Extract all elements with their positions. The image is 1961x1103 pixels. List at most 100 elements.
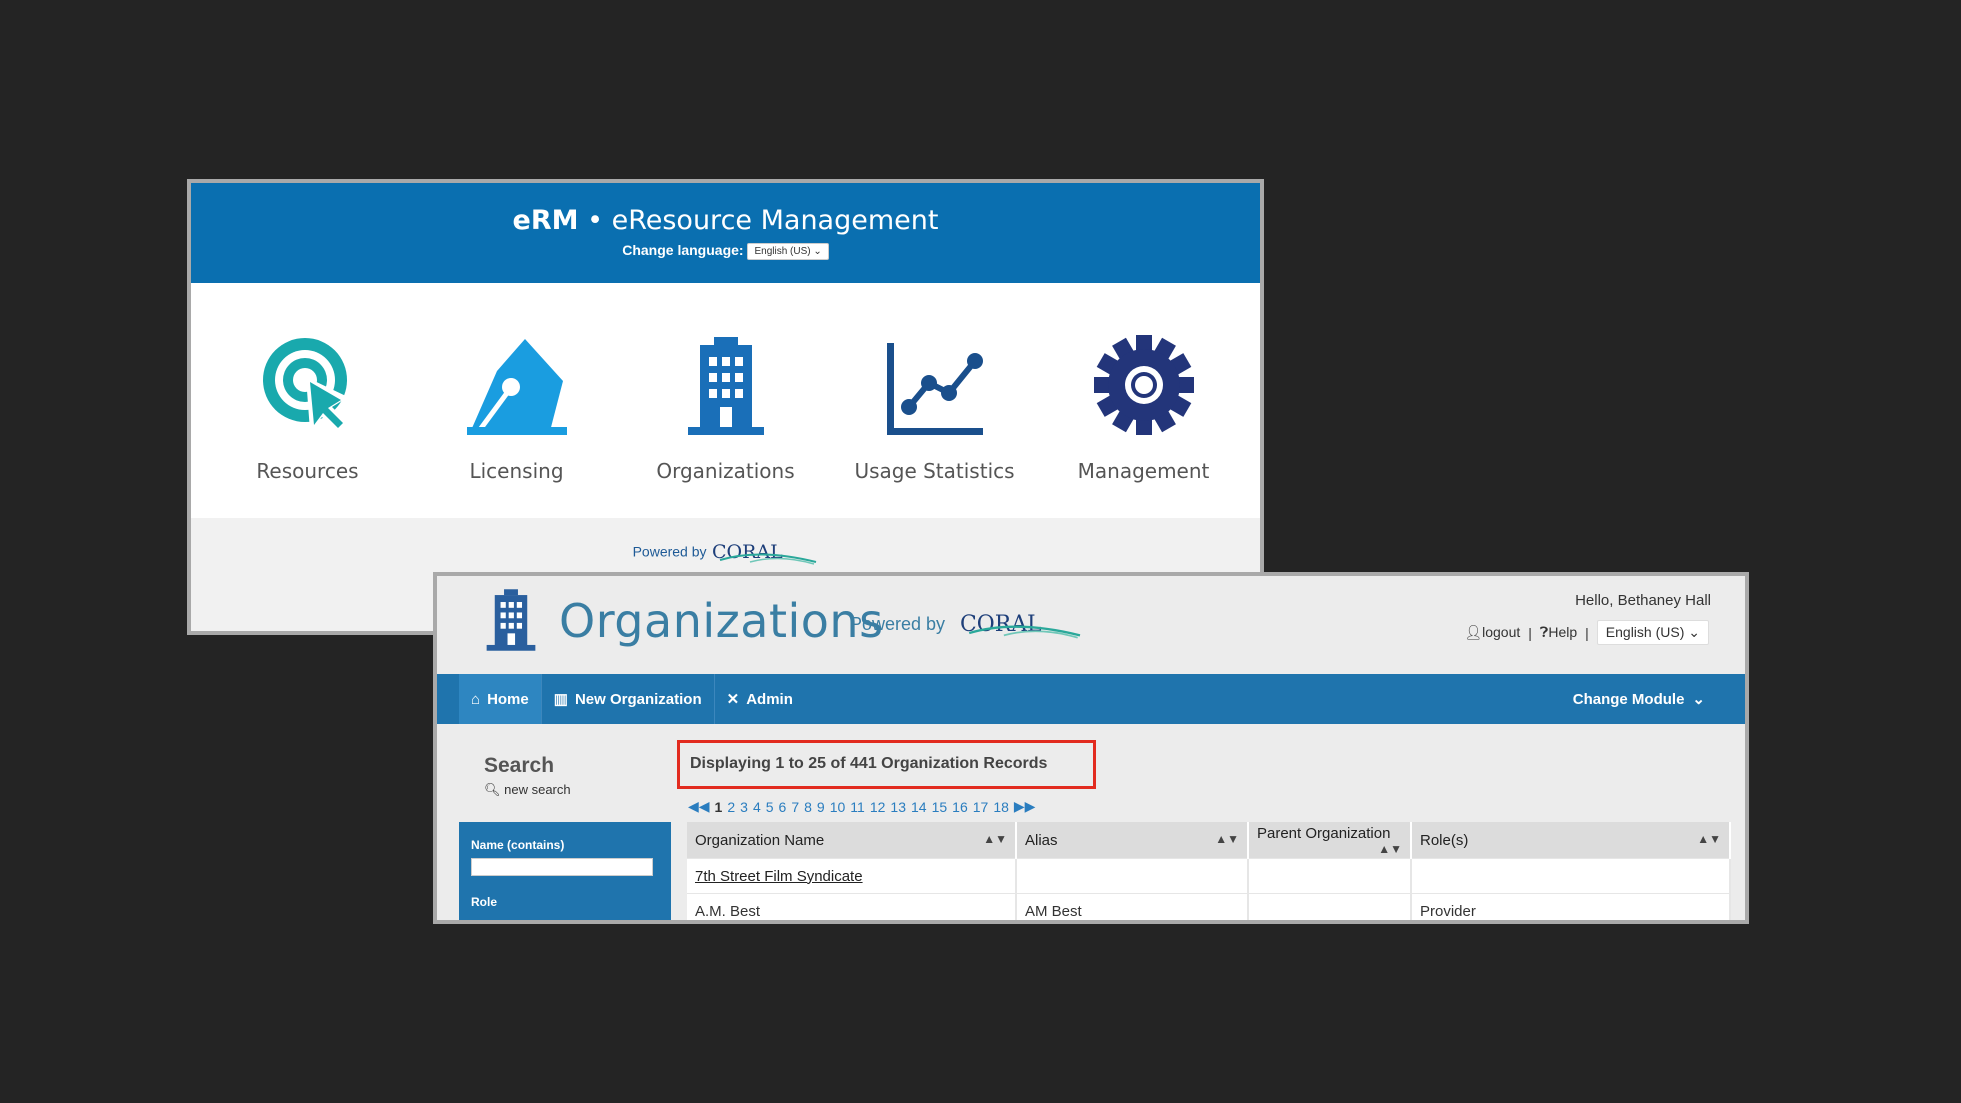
erm-title-rest: • eResource Management	[578, 205, 939, 236]
sort-icon[interactable]: ▲▼	[1215, 832, 1239, 846]
sort-icon[interactable]: ▲▼	[983, 832, 1007, 846]
page-link[interactable]: 18	[993, 799, 1009, 815]
page-link[interactable]: 5	[766, 799, 774, 815]
change-language-label: Change language:	[622, 242, 744, 258]
page-link[interactable]: 15	[932, 799, 948, 815]
nav-home-label: Home	[487, 690, 529, 708]
module-label-licensing: Licensing	[469, 459, 564, 483]
module-label-management: Management	[1077, 459, 1210, 483]
page-link[interactable]: 10	[830, 799, 846, 815]
org-content: Search 🔍︎ new search Name (contains) Rol…	[437, 724, 1745, 920]
cell-alias: AM Best	[1016, 893, 1249, 920]
table-header-row: Organization Name ▲▼ Alias ▲▼ Parent Organ…	[687, 822, 1731, 859]
search-icon: 🔍︎	[484, 782, 501, 797]
nav-admin-label: Admin	[746, 690, 793, 708]
user-greeting: Hello, Bethaney Hall	[1575, 592, 1711, 609]
erm-title: eRM • eResource Management	[191, 205, 1260, 236]
org-powered-by: Powered by CORAL	[850, 610, 1084, 640]
nav-home[interactable]: ⌂ Home	[459, 674, 542, 724]
cell-parent	[1248, 893, 1412, 920]
col-organization-name[interactable]: Organization Name ▲▼	[687, 822, 1017, 859]
cell-roles	[1411, 858, 1731, 894]
pen-nib-icon	[466, 339, 567, 435]
pagination: ◀◀ 1 2 3 4 5 6 7 8 9 10 11 12 13 14 15 1…	[688, 798, 1035, 815]
nav-new-organization-label: New Organization	[574, 690, 702, 708]
erm-powered-by: Powered by CORAL	[191, 518, 1260, 566]
language-select-value: English (US)	[1605, 624, 1685, 640]
page-link[interactable]: 2	[727, 799, 735, 815]
coral-logo: CORAL	[960, 612, 1081, 639]
language-select[interactable]: English (US) ⌄	[747, 242, 829, 260]
change-module-label: Change Module	[1572, 690, 1685, 708]
module-usage-statistics[interactable]: Usage Statistics	[835, 283, 1035, 483]
table-row: A.M. Best AM Best Provider	[687, 893, 1731, 920]
chevron-down-icon: ⌄	[813, 245, 822, 257]
module-licensing[interactable]: Licensing	[417, 283, 617, 483]
col-alias[interactable]: Alias ▲▼	[1016, 822, 1249, 859]
new-search-label: new search	[504, 782, 571, 797]
sort-icon[interactable]: ▲▼	[1697, 832, 1721, 846]
logout-link[interactable]: 👤︎logout	[1464, 624, 1520, 641]
last-page-icon[interactable]: ▶▶	[1014, 798, 1036, 815]
page-link[interactable]: 16	[952, 799, 968, 815]
module-label-resources: Resources	[256, 459, 359, 483]
chevron-down-icon: ⌄	[1688, 624, 1700, 640]
column-label: Alias	[1025, 831, 1058, 849]
name-filter-input[interactable]	[471, 858, 653, 876]
nav-admin[interactable]: ✕ Admin	[715, 674, 805, 724]
building-icon	[486, 589, 536, 651]
erm-landing-window: eRM • eResource Management Change langua…	[187, 179, 1264, 635]
erm-header: eRM • eResource Management Change langua…	[191, 183, 1260, 283]
module-organizations[interactable]: Organizations	[626, 283, 826, 483]
divider: |	[1585, 624, 1589, 641]
col-roles[interactable]: Role(s) ▲▼	[1411, 822, 1731, 859]
divider: |	[1528, 624, 1532, 641]
page-link[interactable]: 17	[973, 799, 989, 815]
page-link[interactable]: 9	[817, 799, 825, 815]
module-label-organizations: Organizations	[656, 459, 795, 483]
col-parent-organization[interactable]: Parent Organization ▲▼	[1248, 822, 1412, 859]
sort-icon[interactable]: ▲▼	[1378, 842, 1402, 856]
role-filter-label: Role	[471, 894, 498, 909]
module-resources[interactable]: Resources	[208, 283, 408, 483]
page-link[interactable]: 11	[850, 799, 865, 815]
new-search-link[interactable]: 🔍︎ new search	[484, 782, 571, 798]
change-module-menu[interactable]: Change Module ⌄	[1573, 674, 1705, 724]
utility-links: 👤︎logout | ❓︎Help | English (US) ⌄	[1464, 620, 1709, 645]
help-label: Help	[1548, 624, 1578, 640]
cell-parent	[1248, 858, 1412, 894]
page-link[interactable]: 8	[804, 799, 812, 815]
page-link[interactable]: 6	[779, 799, 787, 815]
language-select[interactable]: English (US) ⌄	[1596, 620, 1709, 645]
user-icon: 👤︎	[1464, 624, 1483, 640]
page-link[interactable]: 12	[870, 799, 886, 815]
module-grid: Resources Licensing Organizations Usage …	[191, 283, 1260, 518]
nav-new-organization[interactable]: ▥ New Organization	[542, 674, 715, 724]
module-management[interactable]: Management	[1044, 283, 1244, 483]
logout-label: logout	[1482, 624, 1521, 640]
first-page-icon[interactable]: ◀◀	[688, 798, 710, 815]
powered-by-text: Powered by	[632, 543, 707, 560]
organizations-window: Organizations Powered by CORAL Hello, Be…	[433, 572, 1749, 924]
change-language-row: Change language: English (US) ⌄	[191, 242, 1260, 260]
main-nav: ⌂ Home ▥ New Organization ✕ Admin Change…	[437, 674, 1745, 724]
home-icon: ⌂	[471, 690, 481, 708]
page-link[interactable]: 4	[753, 799, 761, 815]
page-link-current: 1	[714, 798, 723, 815]
page-link[interactable]: 14	[911, 799, 927, 815]
building-icon	[687, 337, 764, 435]
org-header: Organizations Powered by CORAL Hello, Be…	[437, 576, 1745, 674]
search-sidebar: Name (contains) Role	[459, 822, 671, 920]
page-link[interactable]: 7	[791, 799, 799, 815]
help-link[interactable]: ❓︎Help	[1540, 624, 1577, 641]
cell-org-name: 7th Street Film Syndicate	[687, 858, 1017, 894]
org-name-link[interactable]: 7th Street Film Syndicate	[695, 868, 863, 885]
column-label: Role(s)	[1420, 831, 1469, 849]
page-link[interactable]: 3	[740, 799, 748, 815]
module-label-usage-statistics: Usage Statistics	[854, 459, 1015, 483]
organizations-table: Organization Name ▲▼ Alias ▲▼ Parent Organ…	[687, 822, 1731, 920]
line-chart-icon	[886, 343, 983, 435]
target-cursor-icon	[262, 338, 348, 433]
page-link[interactable]: 13	[890, 799, 906, 815]
column-label: Parent Organization	[1257, 824, 1391, 842]
